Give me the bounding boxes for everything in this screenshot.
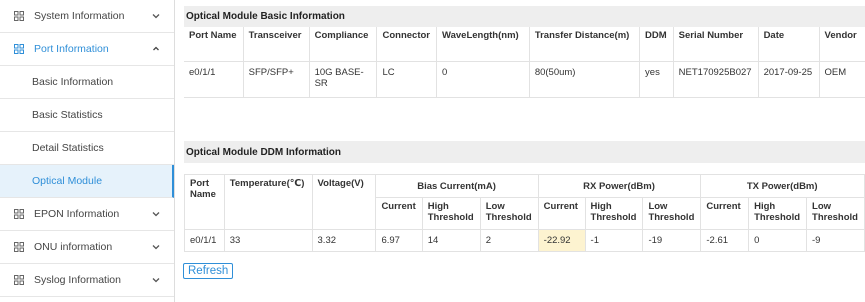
chevron-down-icon [152,245,160,250]
table-cell: OEM [824,66,847,78]
nav-label: ONU information [34,241,113,253]
nav-epon-information[interactable]: EPON Information [0,198,174,231]
grid-icon [13,274,25,286]
chevron-down-icon [152,212,160,217]
col-header: Low Threshold [806,197,865,230]
nav-label: Basic Information [32,76,114,88]
col-header: Temperature(℃) [223,174,313,230]
ddm-info-table: Port Name Temperature(℃) Voltage(V) Bias… [184,174,865,252]
nav-label: Basic Statistics [32,109,103,121]
section-title-text: Optical Module Basic Information [186,11,345,22]
nav-syslog-information[interactable]: Syslog Information [0,264,174,297]
table-cell: 2 [479,229,539,252]
section-title-text: Optical Module DDM Information [186,146,341,158]
sidebar: System Information Port Information Basi… [0,0,175,302]
col-header: Low Threshold [479,197,539,230]
table-cell: -19 [642,229,702,252]
table-cell: 3.32 [311,229,377,252]
table-cell: 10G BASE-SR [309,61,378,97]
col-header: Transfer Distance(m) [529,27,641,61]
col-header: Port Name [184,27,244,61]
nav-optical-module[interactable]: Optical Module [0,165,174,198]
nav-detail-statistics[interactable]: Detail Statistics [0,132,174,165]
main-content: Optical Module Basic Information Port Na… [176,0,865,302]
table-header-row: Port Name Temperature(℃) Voltage(V) Bias… [184,174,865,230]
table-cell: NET170925B027 [673,61,759,97]
table-cell: e0/1/1 [184,229,225,252]
table-cell: -9 [806,229,865,252]
nav-label: Optical Module [32,175,103,187]
col-header: DDM [639,27,674,61]
table-cell: 0 [748,229,808,252]
ddm-info-title: Optical Module DDM Information [184,141,865,163]
nav-label: Detail Statistics [32,142,104,154]
table-cell: LC [376,61,437,97]
col-header: Current [700,197,750,230]
col-header: WaveLength(nm) [436,27,530,61]
nav-label: System Information [34,10,125,22]
col-header: High Threshold [748,197,808,230]
chevron-down-icon [152,14,160,19]
table-cell: 14 [421,229,481,252]
grid-icon [13,241,25,253]
col-header: Port Name [184,174,225,230]
col-header: Current [375,197,423,230]
basic-info-table: Port Name Transceiver Compliance Connect… [184,27,865,98]
nav-label: Port Information [34,43,109,55]
table-cell: SFP/SFP+ [243,61,310,97]
col-header: High Threshold [421,197,481,230]
refresh-button[interactable]: Refresh [183,263,234,279]
grid-icon [13,208,25,220]
nav-label: EPON Information [34,208,120,220]
nav-label: Syslog Information [34,274,121,286]
nav-onu-information[interactable]: ONU information [0,231,174,264]
grid-icon [13,10,25,22]
table-cell: 2017-09-25 [758,61,820,97]
table-cell: 33 [223,229,313,252]
chevron-up-icon [153,46,159,51]
table-cell: -1 [584,229,644,252]
nav-basic-information[interactable]: Basic Information [0,66,174,99]
nav-port-information[interactable]: Port Information [0,33,174,66]
col-header: Connector [376,27,437,61]
col-group-header: TX Power(dBm) [700,174,865,198]
nav-basic-statistics[interactable]: Basic Statistics [0,99,174,132]
table-cell: 6.97 [375,229,423,252]
grid-icon [13,43,25,55]
col-header: Current [537,197,586,230]
nav-system-information[interactable]: System Information [0,0,174,33]
col-header: Voltage(V) [311,174,377,230]
table-row: e0/1/1 33 3.32 6.97 14 2 -22.92 -1 -19 -… [184,229,865,252]
col-group-header: RX Power(dBm) [537,174,702,198]
table-cell: yes [639,61,674,97]
col-header: Serial Number [673,27,759,61]
table-cell: 0 [436,61,530,97]
table-cell: e0/1/1 [184,61,244,97]
col-header: Vendor [824,30,857,41]
chevron-down-icon [152,278,160,283]
table-header-row: Port Name Transceiver Compliance Connect… [184,27,865,61]
table-cell: 80(50um) [529,61,641,97]
col-header: Date [758,27,820,61]
table-cell-warning: -22.92 [537,229,586,252]
col-header: Transceiver [243,27,310,61]
col-group-header: Bias Current(mA) [375,174,539,198]
col-header: Low Threshold [642,197,702,230]
col-header: High Threshold [584,197,644,230]
table-row: e0/1/1 SFP/SFP+ 10G BASE-SR LC 0 80(50um… [184,61,865,97]
basic-info-title: Optical Module Basic Information [184,6,865,27]
col-header: Compliance [309,27,378,61]
table-cell: -2.61 [700,229,750,252]
